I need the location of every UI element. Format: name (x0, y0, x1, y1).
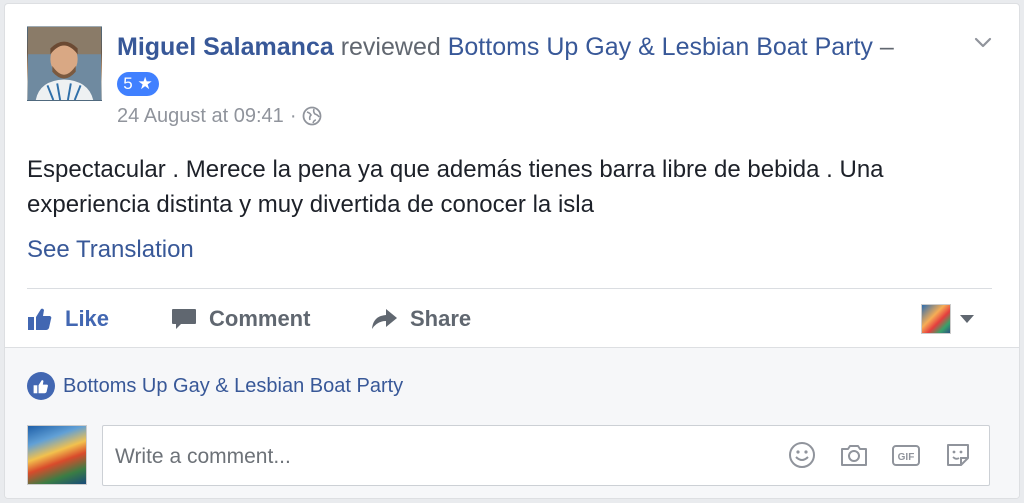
comment-label: Comment (209, 306, 311, 331)
author-name-link[interactable]: Miguel Salamanca (117, 33, 334, 61)
rating-badge: 5 ★ (117, 72, 159, 96)
caret-down-icon (960, 315, 974, 323)
actions-divider (27, 288, 992, 289)
share-arrow-icon (372, 309, 397, 329)
acting-page-thumbnail (921, 304, 951, 334)
post-body-text: Espectacular . Merece la pena ya que ade… (27, 156, 884, 218)
header-dash: – (879, 33, 894, 61)
page-name-link[interactable]: Bottoms Up Gay & Lesbian Boat Party (448, 33, 873, 61)
like-label: Like (65, 306, 110, 331)
post-options-chevron-icon[interactable] (970, 29, 996, 55)
composer-tools: GIF (787, 440, 973, 470)
acting-page-selector[interactable] (921, 304, 975, 334)
avatar-portrait-icon (28, 27, 101, 100)
post-actions-bar: Like Comment Share (27, 294, 992, 344)
share-button[interactable]: Share (370, 294, 471, 344)
comment-input[interactable] (113, 426, 767, 487)
like-reaction-icon (27, 372, 55, 400)
meta-separator: · (289, 105, 297, 127)
like-button[interactable]: Like (27, 294, 109, 344)
post-meta: 24 August at 09:41 · (117, 103, 322, 129)
post-header: Miguel Salamanca reviewed Bottoms Up Gay… (117, 30, 967, 64)
author-avatar[interactable] (27, 26, 102, 101)
commenter-page-avatar (27, 425, 87, 485)
see-translation-link[interactable]: See Translation (27, 235, 194, 265)
gif-icon[interactable]: GIF (891, 440, 921, 470)
camera-icon[interactable] (839, 440, 869, 470)
review-verb: reviewed (340, 33, 441, 61)
likes-summary: Bottoms Up Gay & Lesbian Boat Party (27, 372, 403, 400)
post-timestamp[interactable]: 24 August at 09:41 (117, 103, 284, 129)
comments-section: Bottoms Up Gay & Lesbian Boat Party Writ… (5, 347, 1019, 498)
emoji-icon[interactable] (787, 440, 817, 470)
review-post-card: Miguel Salamanca reviewed Bottoms Up Gay… (4, 3, 1020, 499)
liked-by-page-link[interactable]: Bottoms Up Gay & Lesbian Boat Party (63, 375, 403, 398)
comment-composer: GIF (102, 425, 990, 487)
speech-bubble-icon (172, 309, 196, 329)
globe-icon[interactable] (302, 106, 322, 126)
thumbs-up-icon (28, 308, 52, 330)
share-label: Share (410, 306, 472, 331)
sticker-icon[interactable] (943, 440, 973, 470)
comment-button[interactable]: Comment (171, 294, 310, 344)
svg-text:GIF: GIF (898, 452, 915, 463)
